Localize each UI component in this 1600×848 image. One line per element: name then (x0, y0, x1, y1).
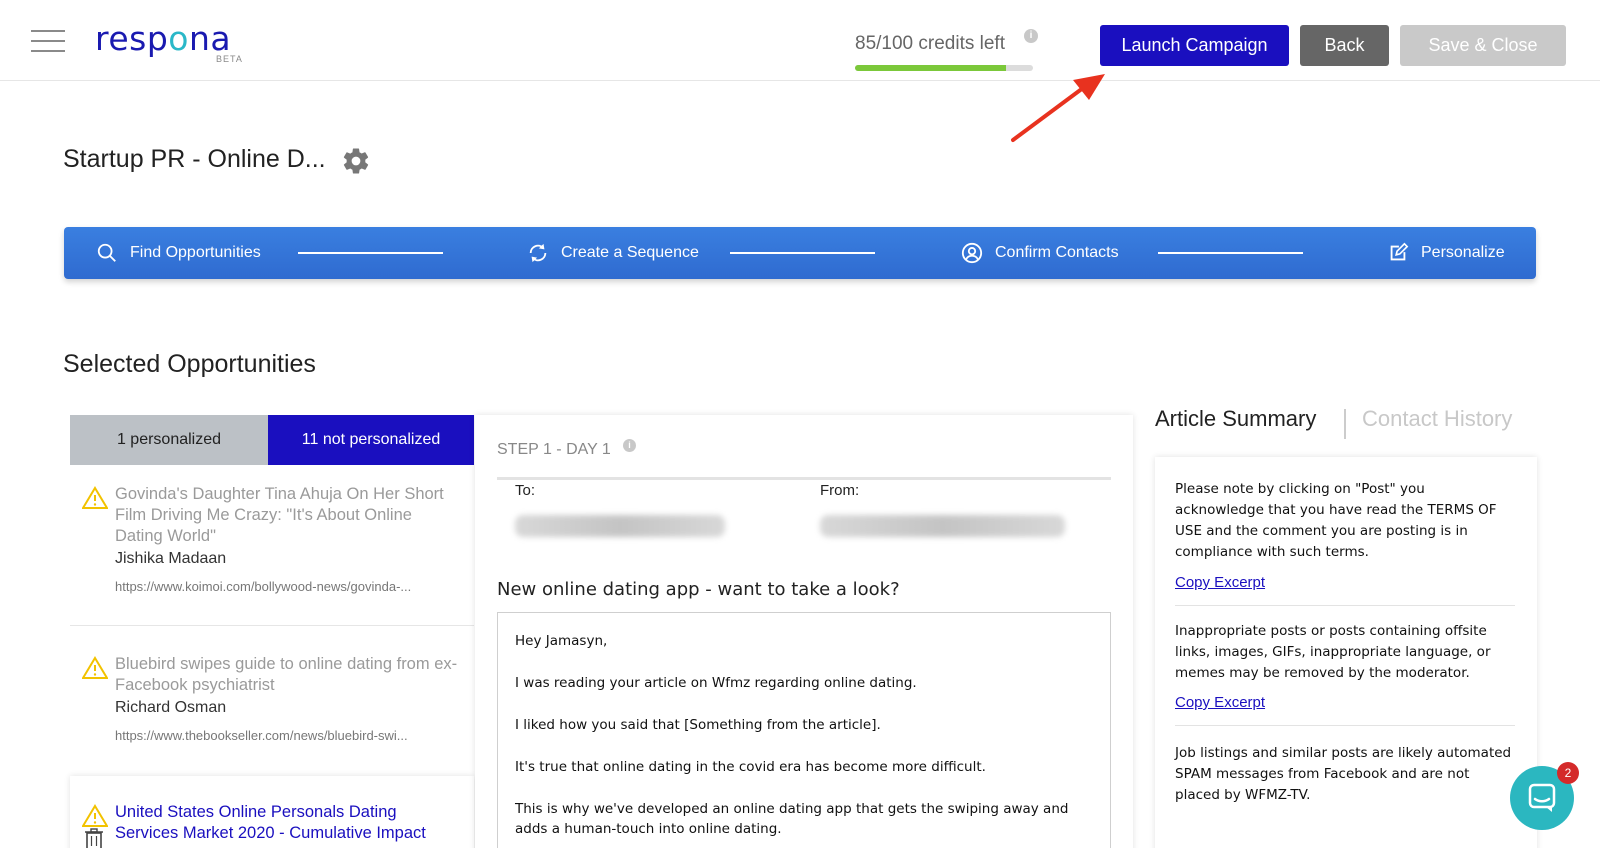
opportunity-title: Govinda's Daughter Tina Ahuja On Her Sho… (115, 485, 444, 545)
step-label: Find Opportunities (130, 244, 261, 261)
list-item[interactable]: Govinda's Daughter Tina Ahuja On Her Sho… (70, 470, 474, 630)
email-body-line: It's true that online dating in the covi… (515, 759, 986, 775)
warning-icon (82, 486, 108, 509)
email-editor-panel: STEP 1 - DAY 1 i To: From: New online da… (475, 415, 1133, 848)
credits-text: 85/100 credits left (855, 33, 1005, 54)
list-item-active[interactable]: United States Online Personals Dating Se… (70, 776, 474, 848)
copy-excerpt-link[interactable]: Copy Excerpt (1175, 574, 1265, 591)
to-email-redacted[interactable] (515, 515, 725, 537)
step-connector (1158, 252, 1303, 254)
email-body-line: This is why we've developed an online da… (515, 801, 1069, 837)
tab-article-summary[interactable]: Article Summary (1155, 406, 1316, 432)
step-connector (730, 252, 875, 254)
credits-progress-fill (855, 65, 1007, 71)
step-personalize[interactable]: Personalize (1387, 227, 1505, 279)
edit-icon (1390, 242, 1409, 261)
notification-badge: 2 (1557, 762, 1579, 784)
step-label: Create a Sequence (561, 244, 699, 261)
logo-text: respona (95, 19, 232, 58)
campaign-title: Startup PR - Online D... (63, 145, 326, 173)
hamburger-menu-icon[interactable] (31, 30, 65, 52)
to-label: To: (515, 482, 536, 499)
opportunity-author: Jishika Madaan (115, 550, 227, 567)
top-header: respona BETA 85/100 credits left i Launc… (0, 0, 1600, 81)
step-label: STEP 1 - DAY 1 (497, 441, 611, 458)
list-item[interactable]: Bluebird swipes guide to online dating f… (70, 640, 474, 750)
email-body-line: I liked how you said that [Something fro… (515, 717, 881, 733)
tab-contact-history[interactable]: Contact History (1362, 406, 1512, 432)
divider (1175, 605, 1515, 606)
search-icon (97, 243, 116, 262)
info-icon[interactable]: i (623, 439, 636, 452)
tab-personalized[interactable]: 1 personalized (70, 415, 268, 465)
tab-not-personalized[interactable]: 11 not personalized (268, 415, 474, 465)
article-summary-panel: Please note by clicking on "Post" you ac… (1155, 457, 1537, 848)
step-confirm-contacts[interactable]: Confirm Contacts (961, 227, 1119, 279)
excerpt-text: Please note by clicking on "Post" you ac… (1175, 481, 1497, 560)
section-heading: Selected Opportunities (63, 350, 316, 378)
step-find-opportunities[interactable]: Find Opportunities (96, 227, 261, 279)
launch-campaign-button[interactable]: Launch Campaign (1100, 25, 1289, 66)
step-label: Personalize (1421, 244, 1505, 261)
warning-icon (82, 804, 108, 827)
step-create-sequence[interactable]: Create a Sequence (527, 227, 699, 279)
save-close-button[interactable]: Save & Close (1400, 25, 1566, 66)
refresh-icon (529, 243, 547, 263)
tab-separator (1344, 409, 1346, 439)
opportunity-title[interactable]: United States Online Personals Dating Se… (115, 802, 460, 844)
info-icon[interactable]: i (1024, 29, 1038, 43)
email-body-editor[interactable]: Hey Jamasyn, I was reading your article … (497, 612, 1111, 848)
annotation-arrow-icon (1011, 74, 1105, 142)
divider (497, 477, 1111, 480)
warning-icon (82, 656, 108, 679)
back-button[interactable]: Back (1300, 25, 1389, 66)
step-label: Confirm Contacts (995, 244, 1119, 261)
campaign-stepper: Find Opportunities Create a Sequence Con… (64, 227, 1536, 279)
copy-excerpt-link[interactable]: Copy Excerpt (1175, 694, 1265, 711)
divider (1175, 725, 1515, 726)
email-subject[interactable]: New online dating app - want to take a l… (497, 579, 900, 600)
user-circle-icon (961, 242, 983, 264)
logo[interactable]: respona (95, 19, 231, 58)
trash-icon[interactable] (84, 828, 104, 848)
step-connector (298, 252, 443, 254)
excerpt-text: Job listings and similar posts are likel… (1175, 745, 1512, 803)
email-body-line: Hey Jamasyn, (515, 633, 608, 649)
divider (70, 625, 474, 626)
opportunity-url: https://www.koimoi.com/bollywood-news/go… (115, 579, 412, 594)
beta-badge: BETA (216, 54, 243, 64)
from-label: From: (820, 482, 860, 499)
opportunity-url: https://www.thebookseller.com/news/blueb… (115, 728, 408, 743)
from-email-redacted[interactable] (820, 515, 1065, 537)
opportunity-author: Richard Osman (115, 699, 227, 716)
opportunity-title: Bluebird swipes guide to online dating f… (115, 655, 458, 694)
email-body-line: I was reading your article on Wfmz regar… (515, 675, 917, 691)
gear-icon[interactable] (341, 146, 371, 176)
excerpt-text: Inappropriate posts or posts containing … (1175, 623, 1491, 681)
